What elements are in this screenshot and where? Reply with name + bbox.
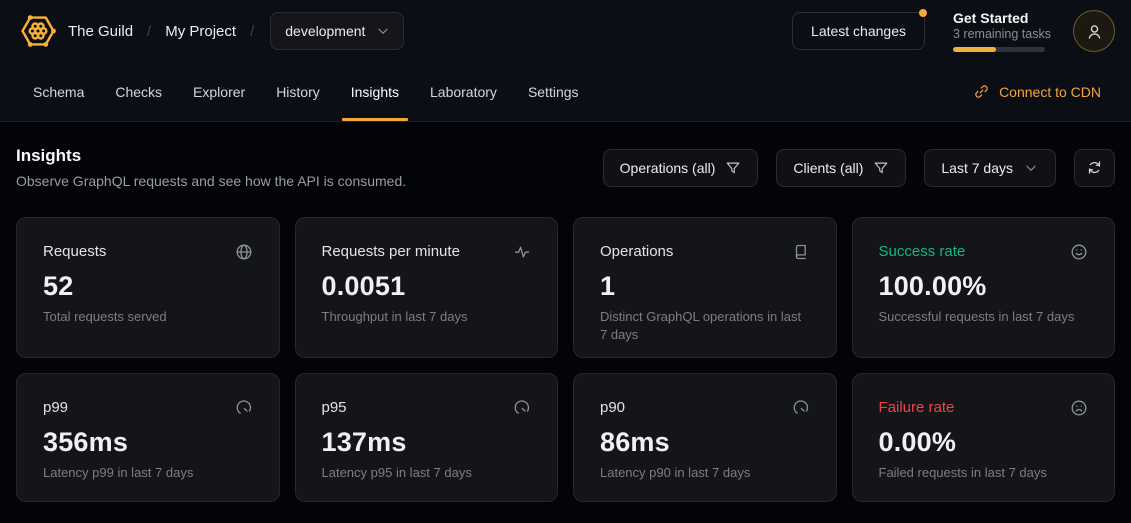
stat-card-p90: p90 86ms Latency p90 in last 7 days <box>573 373 837 502</box>
card-subtitle: Failed requests in last 7 days <box>879 464 1089 482</box>
card-title: p99 <box>43 399 68 416</box>
card-value: 1 <box>600 271 810 302</box>
card-subtitle: Latency p99 in last 7 days <box>43 464 253 482</box>
operations-filter-button[interactable]: Operations (all) <box>603 149 759 187</box>
card-title: p90 <box>600 399 625 416</box>
filters-toolbar: Operations (all) Clients (all) Last 7 da… <box>603 149 1115 187</box>
page-header-text: Insights Observe GraphQL requests and se… <box>16 146 406 189</box>
stat-card-success-rate: Success rate 100.00% Successful requests… <box>852 217 1116 358</box>
tab-insights[interactable]: Insights <box>351 62 399 121</box>
clients-filter-button[interactable]: Clients (all) <box>776 149 906 187</box>
card-value: 52 <box>43 271 253 302</box>
page-subtitle: Observe GraphQL requests and see how the… <box>16 173 406 189</box>
card-title: Failure rate <box>879 399 955 416</box>
connect-to-cdn-link[interactable]: Connect to CDN <box>973 62 1115 121</box>
stat-card-operations: Operations 1 Distinct GraphQL operations… <box>573 217 837 358</box>
card-value: 86ms <box>600 427 810 458</box>
globe-icon <box>235 243 253 261</box>
get-started-title: Get Started <box>953 10 1045 26</box>
hive-logo-icon <box>18 11 58 51</box>
insights-page: Insights Observe GraphQL requests and se… <box>0 122 1131 502</box>
get-started-progress-fill <box>953 47 996 52</box>
card-value: 0.00% <box>879 427 1089 458</box>
stat-card-failure-rate: Failure rate 0.00% Failed requests in la… <box>852 373 1116 502</box>
breadcrumb-org[interactable]: The Guild <box>68 23 133 40</box>
smile-icon <box>1070 243 1088 261</box>
card-value: 137ms <box>322 427 532 458</box>
tab-settings[interactable]: Settings <box>528 62 579 121</box>
page-header: Insights Observe GraphQL requests and se… <box>16 146 1115 189</box>
tab-history[interactable]: History <box>276 62 320 121</box>
gauge-icon <box>235 399 253 417</box>
card-title: Operations <box>600 243 673 260</box>
link-icon <box>973 83 990 100</box>
latest-changes-label: Latest changes <box>811 23 906 39</box>
date-range-label: Last 7 days <box>941 160 1013 176</box>
card-value: 100.00% <box>879 271 1089 302</box>
get-started-progressbar <box>953 47 1045 52</box>
operations-filter-label: Operations (all) <box>620 160 716 176</box>
breadcrumb-separator: / <box>250 23 254 40</box>
breadcrumb-separator: / <box>147 23 151 40</box>
tab-explorer[interactable]: Explorer <box>193 62 245 121</box>
stats-grid: Requests 52 Total requests served Reques… <box>16 217 1115 502</box>
card-subtitle: Distinct GraphQL operations in last 7 da… <box>600 308 810 343</box>
gauge-icon <box>513 399 531 417</box>
nav-tabs: Schema Checks Explorer History Insights … <box>33 62 579 121</box>
chevron-down-icon <box>375 23 391 39</box>
get-started-remaining: 3 remaining tasks <box>953 27 1045 41</box>
stat-card-rpm: Requests per minute 0.0051 Throughput in… <box>295 217 559 358</box>
funnel-icon <box>873 160 889 176</box>
card-subtitle: Throughput in last 7 days <box>322 308 532 326</box>
notification-dot <box>919 9 927 17</box>
card-subtitle: Successful requests in last 7 days <box>879 308 1089 326</box>
clients-filter-label: Clients (all) <box>793 160 863 176</box>
page-title: Insights <box>16 146 406 166</box>
tab-laboratory[interactable]: Laboratory <box>430 62 497 121</box>
card-title: p95 <box>322 399 347 416</box>
card-value: 356ms <box>43 427 253 458</box>
date-range-selector[interactable]: Last 7 days <box>924 149 1056 187</box>
activity-icon <box>513 243 531 261</box>
funnel-icon <box>725 160 741 176</box>
card-title: Requests per minute <box>322 243 460 260</box>
stat-card-p95: p95 137ms Latency p95 in last 7 days <box>295 373 559 502</box>
connect-to-cdn-label: Connect to CDN <box>999 84 1101 100</box>
breadcrumb: The Guild / My Project / <box>68 23 254 40</box>
card-subtitle: Latency p95 in last 7 days <box>322 464 532 482</box>
target-selector-value: development <box>285 23 365 39</box>
chevron-down-icon <box>1023 160 1039 176</box>
target-selector[interactable]: development <box>270 12 404 50</box>
refresh-button[interactable] <box>1074 149 1115 187</box>
user-icon <box>1085 22 1104 41</box>
get-started-widget[interactable]: Get Started 3 remaining tasks <box>953 10 1045 52</box>
card-subtitle: Total requests served <box>43 308 253 326</box>
card-title: Success rate <box>879 243 966 260</box>
target-nav: Schema Checks Explorer History Insights … <box>0 62 1131 121</box>
card-value: 0.0051 <box>322 271 532 302</box>
card-title: Requests <box>43 243 106 260</box>
top-header: The Guild / My Project / development Lat… <box>0 0 1131 62</box>
stat-card-requests: Requests 52 Total requests served <box>16 217 280 358</box>
breadcrumb-project[interactable]: My Project <box>165 23 236 40</box>
header-right: Latest changes Get Started 3 remaining t… <box>792 10 1115 52</box>
hive-logo[interactable] <box>16 9 60 53</box>
latest-changes-button[interactable]: Latest changes <box>792 12 925 50</box>
gauge-icon <box>792 399 810 417</box>
book-icon <box>792 243 810 261</box>
tab-schema[interactable]: Schema <box>33 62 84 121</box>
card-subtitle: Latency p90 in last 7 days <box>600 464 810 482</box>
stat-card-p99: p99 356ms Latency p99 in last 7 days <box>16 373 280 502</box>
refresh-icon <box>1086 159 1103 176</box>
tab-checks[interactable]: Checks <box>115 62 162 121</box>
app-chrome: The Guild / My Project / development Lat… <box>0 0 1131 122</box>
frown-icon <box>1070 399 1088 417</box>
user-avatar[interactable] <box>1073 10 1115 52</box>
